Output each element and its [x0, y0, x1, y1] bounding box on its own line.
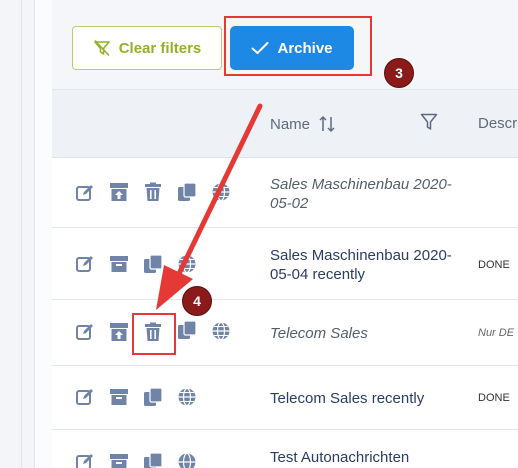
annotation-arrow	[156, 103, 263, 310]
